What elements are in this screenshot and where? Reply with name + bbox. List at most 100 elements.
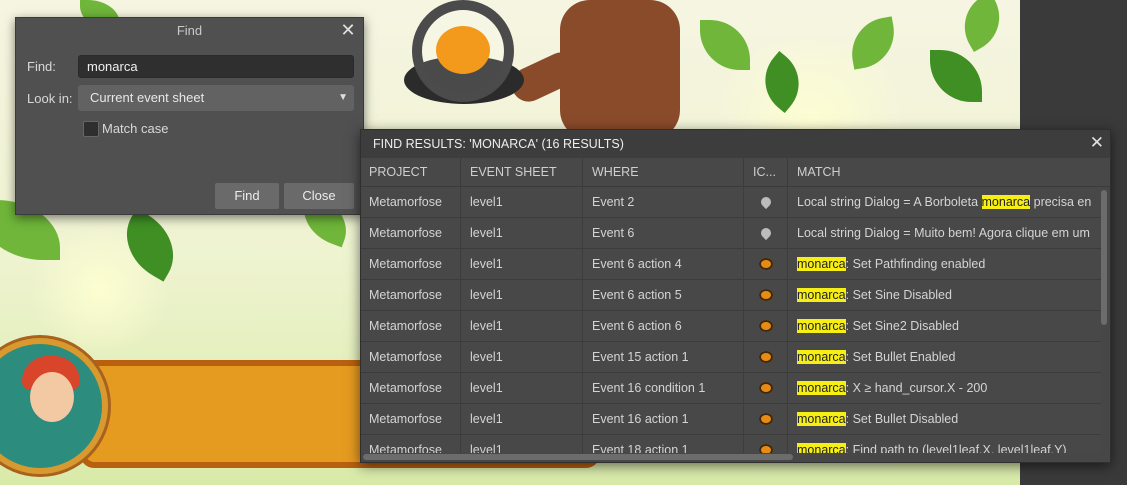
- cell-project: Metamorfose: [361, 435, 461, 453]
- match-text-after: : Set Pathfinding enabled: [845, 257, 986, 271]
- leaf-decoration: [846, 16, 900, 70]
- scrollbar-thumb[interactable]: [363, 454, 793, 460]
- teacher-face: [30, 372, 74, 422]
- close-icon[interactable]: ✕: [1090, 133, 1104, 153]
- butterfly-icon: [759, 413, 773, 425]
- lookin-value: Current event sheet: [90, 90, 205, 105]
- cell-event-sheet: level1: [462, 249, 583, 280]
- column-header-event-sheet[interactable]: EVENT SHEET: [462, 158, 583, 187]
- match-text-after: : Set Bullet Enabled: [845, 350, 956, 364]
- cell-project: Metamorfose: [361, 373, 461, 404]
- table-row[interactable]: Metamorfose level1 Event 18 action 1 monarc…: [361, 435, 1101, 453]
- match-highlight: monarca: [797, 319, 846, 333]
- leaf-decoration: [930, 50, 982, 102]
- column-header-match[interactable]: MATCH: [789, 158, 1101, 187]
- lookin-select[interactable]: Current event sheet ▼: [78, 85, 354, 111]
- cell-where: Event 2: [584, 187, 744, 218]
- butterfly-icon: [759, 382, 773, 394]
- leaf-decoration: [700, 20, 750, 70]
- cell-icon: [745, 404, 788, 435]
- cell-match: monarca: Set Bullet Enabled: [789, 342, 1101, 373]
- cell-icon: [745, 435, 788, 453]
- cell-where: Event 15 action 1: [584, 342, 744, 373]
- column-header-where[interactable]: WHERE: [584, 158, 744, 187]
- match-case-checkbox[interactable]: [83, 121, 99, 137]
- cell-project: Metamorfose: [361, 187, 461, 218]
- match-highlight: monarca: [797, 257, 846, 271]
- table-row[interactable]: Metamorfose level1 Event 6 Local string Dia…: [361, 218, 1101, 249]
- cell-project: Metamorfose: [361, 218, 461, 249]
- scrollbar-thumb[interactable]: [1101, 190, 1107, 325]
- location-pin-icon: [758, 194, 774, 210]
- leaf-decoration: [951, 0, 1013, 53]
- match-text-before: Local string Dialog = A Borboleta: [797, 195, 982, 209]
- cell-where: Event 16 condition 1: [584, 373, 744, 404]
- cell-match: monarca: Set Pathfinding enabled: [789, 249, 1101, 280]
- match-text-after: precisa en: [1030, 195, 1092, 209]
- cell-icon: [745, 342, 788, 373]
- find-dialog-titlebar[interactable]: Find ✕: [16, 18, 363, 44]
- close-button[interactable]: Close: [284, 183, 354, 209]
- results-header: PROJECT EVENT SHEET WHERE IC... MATCH: [361, 158, 1110, 187]
- cell-project: Metamorfose: [361, 249, 461, 280]
- butterfly-icon: [759, 444, 773, 453]
- location-pin-icon: [758, 225, 774, 241]
- find-button[interactable]: Find: [215, 183, 279, 209]
- cell-where: Event 6 action 5: [584, 280, 744, 311]
- cell-where: Event 18 action 1: [584, 435, 744, 453]
- column-header-icon[interactable]: IC...: [745, 158, 788, 187]
- match-highlight: monarca: [797, 381, 846, 395]
- table-row[interactable]: Metamorfose level1 Event 6 action 4 monarca…: [361, 249, 1101, 280]
- cell-match: monarca: Find path to (level1leaf.X, lev…: [789, 435, 1101, 453]
- cell-project: Metamorfose: [361, 404, 461, 435]
- cell-icon: [745, 218, 788, 249]
- match-highlight: monarca: [981, 195, 1031, 209]
- cell-event-sheet: level1: [462, 435, 583, 453]
- match-highlight: monarca: [797, 443, 846, 453]
- table-row[interactable]: Metamorfose level1 Event 2 Local string Dia…: [361, 187, 1101, 218]
- cell-icon: [745, 280, 788, 311]
- match-text-after: : Find path to (level1leaf.X, level1leaf…: [845, 443, 1067, 453]
- match-case-label[interactable]: Match case: [102, 121, 168, 136]
- table-row[interactable]: Metamorfose level1 Event 15 action 1 monarc…: [361, 342, 1101, 373]
- cell-event-sheet: level1: [462, 404, 583, 435]
- cell-where: Event 6: [584, 218, 744, 249]
- cell-where: Event 16 action 1: [584, 404, 744, 435]
- cell-event-sheet: level1: [462, 280, 583, 311]
- table-row[interactable]: Metamorfose level1 Event 16 action 1 monarc…: [361, 404, 1101, 435]
- column-header-project[interactable]: PROJECT: [361, 158, 461, 187]
- match-text-before: Local string Dialog = Muito bem! Agora c…: [797, 226, 1090, 240]
- cell-event-sheet: level1: [462, 342, 583, 373]
- cell-event-sheet: level1: [462, 187, 583, 218]
- cell-icon: [745, 187, 788, 218]
- match-highlight: monarca: [797, 412, 846, 426]
- cell-where: Event 6 action 4: [584, 249, 744, 280]
- cell-match: monarca: Set Bullet Disabled: [789, 404, 1101, 435]
- vertical-scrollbar[interactable]: [1101, 190, 1107, 454]
- find-input[interactable]: monarca: [78, 55, 354, 78]
- match-text-after: : Set Sine2 Disabled: [845, 319, 959, 333]
- butterfly-icon: [759, 320, 773, 332]
- cell-project: Metamorfose: [361, 311, 461, 342]
- cell-event-sheet: level1: [462, 218, 583, 249]
- horizontal-scrollbar[interactable]: [363, 454, 1099, 460]
- cell-match: monarca: X ≥ hand_cursor.X - 200: [789, 373, 1101, 404]
- table-row[interactable]: Metamorfose level1 Event 6 action 6 monarca…: [361, 311, 1101, 342]
- close-icon[interactable]: ✕: [339, 18, 357, 42]
- butterfly-icon: [759, 351, 773, 363]
- match-text-after: : X ≥ hand_cursor.X - 200: [845, 381, 988, 395]
- lookin-label: Look in:: [27, 91, 73, 106]
- cell-event-sheet: level1: [462, 311, 583, 342]
- cell-project: Metamorfose: [361, 280, 461, 311]
- butterfly-icon: [759, 289, 773, 301]
- results-table: Metamorfose level1 Event 2 Local string Dia…: [361, 187, 1101, 453]
- find-label: Find:: [27, 59, 56, 74]
- cell-match: monarca: Set Sine Disabled: [789, 280, 1101, 311]
- table-row[interactable]: Metamorfose level1 Event 6 action 5 monarca…: [361, 280, 1101, 311]
- butterfly-icon: [759, 258, 773, 270]
- table-row[interactable]: Metamorfose level1 Event 16 condition 1 mon…: [361, 373, 1101, 404]
- cell-project: Metamorfose: [361, 342, 461, 373]
- cell-icon: [745, 373, 788, 404]
- cell-icon: [745, 311, 788, 342]
- find-dialog-title: Find: [176, 23, 203, 38]
